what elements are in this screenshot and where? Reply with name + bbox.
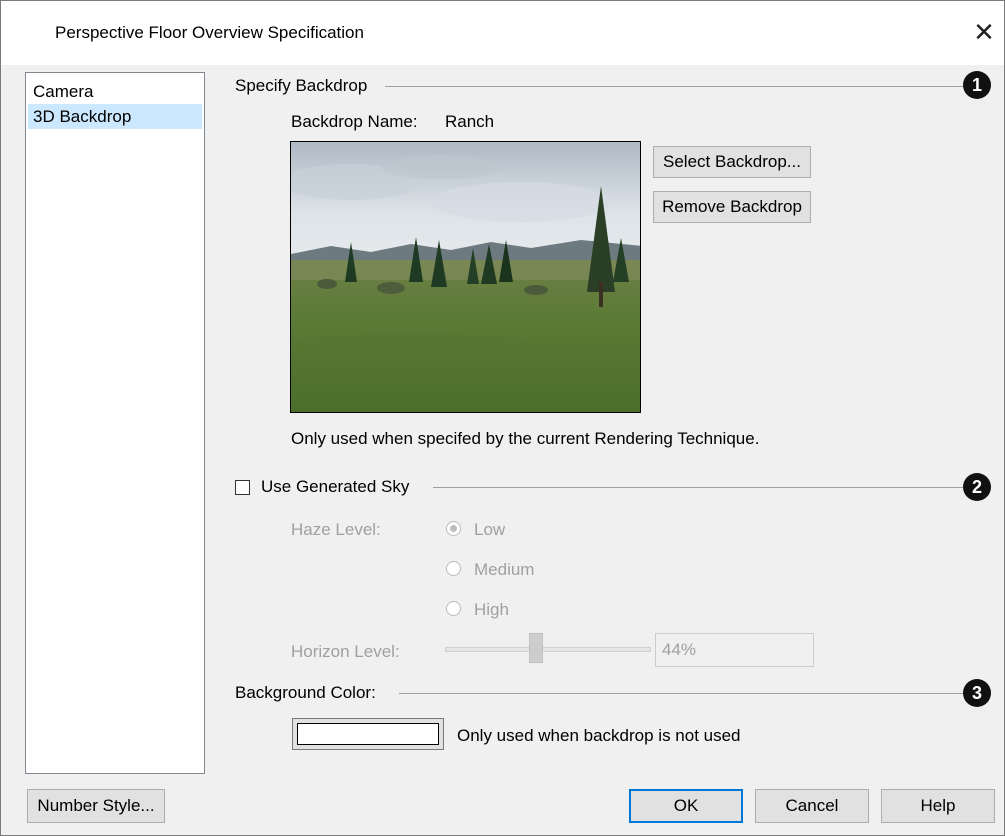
backdrop-name-label: Backdrop Name: (291, 112, 418, 131)
window-title: Perspective Floor Overview Specification (55, 23, 364, 42)
horizon-level-field[interactable]: 44% (655, 633, 814, 667)
haze-medium-radio[interactable] (446, 561, 461, 576)
section-title-background-color: Background Color: (235, 683, 376, 702)
horizon-slider-track[interactable] (445, 647, 651, 652)
horizon-level-label: Horizon Level: (291, 642, 400, 661)
number-style-button[interactable]: Number Style... (27, 789, 165, 823)
haze-high-radio[interactable] (446, 601, 461, 616)
remove-backdrop-button[interactable]: Remove Backdrop (653, 191, 811, 223)
horizon-slider-thumb[interactable] (529, 633, 543, 663)
backdrop-note: Only used when specifed by the current R… (291, 429, 760, 448)
haze-low-radio[interactable] (446, 521, 461, 536)
nav-item-camera[interactable]: Camera (28, 79, 202, 104)
section-divider (399, 693, 965, 694)
use-generated-sky-checkbox[interactable] (235, 480, 250, 495)
nav-item-3d-backdrop[interactable]: 3D Backdrop (28, 104, 202, 129)
section-divider (385, 86, 965, 87)
select-backdrop-button[interactable]: Select Backdrop... (653, 146, 811, 178)
section-divider (433, 487, 965, 488)
help-button[interactable]: Help (881, 789, 995, 823)
callout-badge-3: 3 (963, 679, 991, 707)
background-color-note: Only used when backdrop is not used (457, 726, 741, 745)
title-bar: Perspective Floor Overview Specification… (1, 1, 1004, 65)
dialog: Perspective Floor Overview Specification… (0, 0, 1005, 836)
category-list[interactable]: Camera 3D Backdrop (25, 72, 205, 774)
landscape-image (291, 142, 640, 412)
haze-high-label[interactable]: High (474, 600, 509, 620)
cancel-button[interactable]: Cancel (755, 789, 869, 823)
use-generated-sky-label[interactable]: Use Generated Sky (261, 477, 409, 497)
haze-low-label[interactable]: Low (474, 520, 505, 540)
backdrop-name-value: Ranch (445, 112, 495, 131)
close-icon[interactable]: ✕ (969, 17, 999, 47)
color-swatch-fill (297, 723, 439, 745)
background-color-swatch[interactable] (292, 718, 444, 750)
haze-medium-label[interactable]: Medium (474, 560, 534, 580)
callout-badge-2: 2 (963, 473, 991, 501)
backdrop-preview-image (290, 141, 641, 413)
radio-selected-dot (450, 525, 457, 532)
callout-badge-1: 1 (963, 71, 991, 99)
ok-button[interactable]: OK (629, 789, 743, 823)
haze-level-label: Haze Level: (291, 520, 381, 539)
section-title-specify-backdrop: Specify Backdrop (235, 76, 368, 95)
